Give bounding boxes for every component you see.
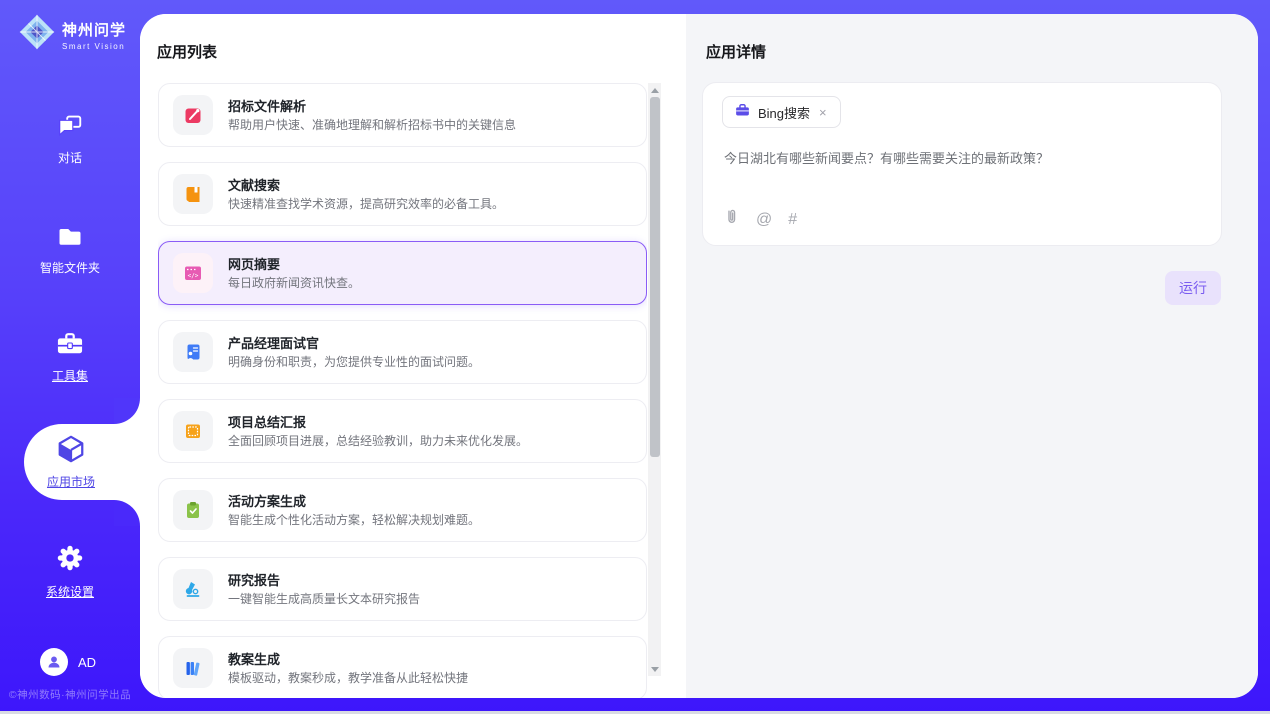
folder-icon bbox=[56, 224, 84, 253]
at-icon[interactable]: @ bbox=[756, 212, 772, 228]
sidebar-item-app-market[interactable]: 应用市场 bbox=[24, 424, 140, 500]
app-card-desc: 模板驱动，教案秒成，教学准备从此轻松快捷 bbox=[228, 672, 468, 684]
app-cards: 招标文件解析 帮助用户快速、准确地理解和解析招标书中的关键信息 文献搜索 bbox=[158, 83, 647, 698]
gear-icon bbox=[56, 544, 84, 577]
app-card-pm-interviewer[interactable]: 产品经理面试官 明确身份和职责，为您提供专业性的面试问题。 bbox=[158, 320, 647, 384]
app-card-title: 项目总结汇报 bbox=[228, 416, 528, 429]
app-card-desc: 一键智能生成高质量长文本研究报告 bbox=[228, 593, 420, 605]
scrollbar-thumb[interactable] bbox=[650, 97, 660, 457]
app-card-desc: 智能生成个性化活动方案，轻松解决规划难题。 bbox=[228, 514, 480, 526]
sidebar-item-smart-folder[interactable]: 智能文件夹 bbox=[0, 224, 140, 276]
sidebar: 神州问学 Smart Vision 对话 智能文件夹 bbox=[0, 0, 140, 714]
book-icon bbox=[173, 174, 213, 214]
tag-close-icon[interactable]: × bbox=[817, 105, 829, 120]
scroll-up-icon[interactable] bbox=[648, 83, 661, 97]
main-content: 应用列表 招标文件解析 帮助用户快速、准确地理解和解析招标书中的关键信息 bbox=[140, 14, 1258, 698]
sidebar-item-label: 应用市场 bbox=[47, 473, 95, 490]
brand-subtitle: Smart Vision bbox=[62, 42, 126, 51]
svg-text:</>: </> bbox=[188, 273, 199, 280]
cube-icon bbox=[56, 434, 86, 469]
app-detail-title: 应用详情 bbox=[706, 41, 766, 62]
user-initials: AD bbox=[78, 655, 96, 670]
input-toolbar: @ # bbox=[723, 208, 797, 231]
app-card-desc: 快速精准查找学术资源，提高研究效率的必备工具。 bbox=[228, 198, 504, 210]
note-icon bbox=[173, 411, 213, 451]
hash-icon[interactable]: # bbox=[788, 212, 797, 228]
sidebar-item-toolset[interactable]: 工具集 bbox=[0, 330, 140, 384]
app-card-title: 活动方案生成 bbox=[228, 495, 480, 508]
sidebar-item-label: 系统设置 bbox=[46, 583, 94, 600]
app-card-title: 教案生成 bbox=[228, 653, 468, 666]
avatar bbox=[40, 648, 68, 676]
app-card-web-summary[interactable]: </> 网页摘要 每日政府新闻资讯快查。 bbox=[158, 241, 647, 305]
app-card-event-plan[interactable]: 活动方案生成 智能生成个性化活动方案，轻松解决规划难题。 bbox=[158, 478, 647, 542]
app-card-desc: 帮助用户快速、准确地理解和解析招标书中的关键信息 bbox=[228, 119, 516, 131]
paperclip-icon[interactable] bbox=[723, 208, 740, 231]
research-icon bbox=[173, 569, 213, 609]
app-card-title: 网页摘要 bbox=[228, 258, 360, 271]
toolbox-icon bbox=[55, 330, 85, 361]
app-card-desc: 明确身份和职责，为您提供专业性的面试问题。 bbox=[228, 356, 480, 368]
app-card-project-summary[interactable]: 项目总结汇报 全面回顾项目进展，总结经验教训，助力未来优化发展。 bbox=[158, 399, 647, 463]
app-card-title: 文献搜索 bbox=[228, 179, 504, 192]
scroll-down-icon[interactable] bbox=[648, 662, 661, 676]
query-input[interactable]: 今日湖北有哪些新闻要点？有哪些需要关注的最新政策？ bbox=[724, 149, 1201, 169]
tool-tag-bing-search[interactable]: Bing搜索 × bbox=[722, 96, 841, 128]
bubble-notch-top bbox=[114, 398, 140, 424]
app-list-title: 应用列表 bbox=[157, 41, 217, 62]
sidebar-item-settings[interactable]: 系统设置 bbox=[0, 544, 140, 600]
app-card-title: 产品经理面试官 bbox=[228, 337, 480, 350]
query-card: Bing搜索 × 今日湖北有哪些新闻要点？有哪些需要关注的最新政策？ @ # bbox=[702, 82, 1222, 246]
interview-icon bbox=[173, 332, 213, 372]
brand-logo: 神州问学 Smart Vision bbox=[18, 13, 126, 56]
app-card-title: 招标文件解析 bbox=[228, 100, 516, 113]
app-card-desc: 全面回顾项目进展，总结经验教训，助力未来优化发展。 bbox=[228, 435, 528, 447]
tool-tag-label: Bing搜索 bbox=[758, 103, 810, 122]
chat-icon bbox=[56, 112, 84, 143]
brand-name: 神州问学 bbox=[62, 19, 126, 40]
edit-icon bbox=[173, 95, 213, 135]
run-button[interactable]: 运行 bbox=[1165, 271, 1221, 305]
books-icon bbox=[173, 648, 213, 688]
sidebar-item-label: 智能文件夹 bbox=[40, 259, 100, 276]
app-card-bid-parse[interactable]: 招标文件解析 帮助用户快速、准确地理解和解析招标书中的关键信息 bbox=[158, 83, 647, 147]
bubble-notch-bottom bbox=[114, 500, 140, 526]
user-account[interactable]: AD bbox=[40, 648, 96, 676]
app-list-scrollbar[interactable] bbox=[648, 83, 661, 676]
clipboard-check-icon bbox=[173, 490, 213, 530]
copyright-text: ©神州数码·神州问学出品 bbox=[0, 687, 140, 702]
sidebar-item-label: 对话 bbox=[58, 149, 82, 166]
briefcase-icon bbox=[734, 101, 751, 123]
sidebar-item-label: 工具集 bbox=[52, 367, 88, 384]
app-card-research-report[interactable]: 研究报告 一键智能生成高质量长文本研究报告 bbox=[158, 557, 647, 621]
sidebar-item-chat[interactable]: 对话 bbox=[0, 112, 140, 166]
app-card-title: 研究报告 bbox=[228, 574, 420, 587]
app-card-desc: 每日政府新闻资讯快查。 bbox=[228, 277, 360, 289]
brand-diamond-icon bbox=[18, 13, 56, 56]
app-list-pane: 应用列表 招标文件解析 帮助用户快速、准确地理解和解析招标书中的关键信息 bbox=[140, 14, 686, 698]
app-card-literature-search[interactable]: 文献搜索 快速精准查找学术资源，提高研究效率的必备工具。 bbox=[158, 162, 647, 226]
app-card-lesson-plan[interactable]: 教案生成 模板驱动，教案秒成，教学准备从此轻松快捷 bbox=[158, 636, 647, 698]
web-code-icon: </> bbox=[173, 253, 213, 293]
app-window: 神州问学 Smart Vision 对话 智能文件夹 bbox=[0, 0, 1270, 714]
app-detail-pane: 应用详情 Bing搜索 × 今日湖北有哪些新闻要点？有哪些需要关注的最新政策？ bbox=[686, 14, 1258, 698]
